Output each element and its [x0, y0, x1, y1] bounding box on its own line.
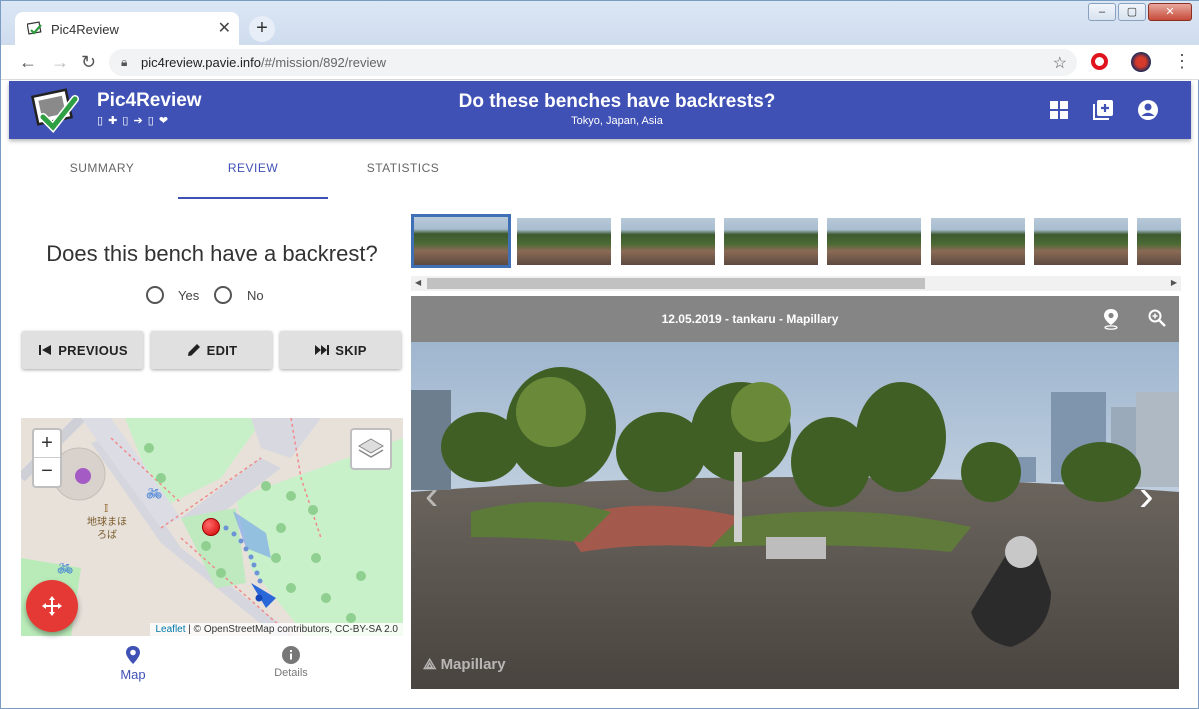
back-icon[interactable]: ← — [19, 52, 37, 73]
thumbnail[interactable] — [1034, 218, 1128, 265]
radio-no-label[interactable]: No — [247, 288, 264, 303]
bottom-nav-map[interactable]: Map — [83, 645, 183, 682]
zoom-control: + − — [32, 428, 62, 488]
bicycle-icon: 🚲︎ — [146, 486, 163, 501]
tab-review[interactable]: REVIEW — [178, 161, 328, 175]
mapillary-watermark-text: Mapillary — [440, 656, 506, 673]
radio-yes-label[interactable]: Yes — [178, 288, 199, 303]
mission-tabs: SUMMARY REVIEW STATISTICS — [27, 161, 439, 201]
browser-window: Pic4Review ✕ + – ▢ ✕ ← → ↻ 🔒︎ pic4review… — [0, 0, 1199, 709]
bottom-nav-details[interactable]: Details — [241, 645, 341, 679]
thumbnail[interactable] — [1137, 218, 1181, 265]
review-question: Does this bench have a backrest? — [46, 241, 378, 266]
monument-icon: 𝕀 — [104, 503, 109, 515]
mission-location: Tokyo, Japan, Asia — [571, 115, 663, 127]
browser-menu-icon[interactable]: ⋮ — [1173, 51, 1191, 72]
tab-statistics[interactable]: STATISTICS — [328, 161, 478, 175]
skip-label: SKIP — [335, 342, 367, 358]
osm-attribution: | © OpenStreetMap contributors, CC-BY-SA… — [185, 624, 398, 635]
map-pin-icon — [126, 646, 140, 664]
maximize-button[interactable]: ▢ — [1118, 3, 1146, 21]
street-image-viewer[interactable]: 12.05.2019 - tankaru - Mapillary ‹ › ⟁ M… — [411, 296, 1179, 689]
layers-icon — [358, 438, 384, 458]
grid-icon[interactable] — [1048, 99, 1070, 121]
url-path: /#/mission/892/review — [260, 55, 386, 70]
new-tab-button[interactable]: + — [249, 16, 275, 42]
url-text: pic4review.pavie.info/#/mission/892/revi… — [141, 55, 386, 70]
scroll-left-icon[interactable]: ◀ — [415, 278, 421, 287]
scroll-right-icon[interactable]: ▶ — [1171, 278, 1177, 287]
tab-title: Pic4Review — [51, 22, 119, 37]
thumbnail[interactable] — [621, 218, 715, 265]
skip-next-icon — [315, 345, 330, 355]
window-controls: – ▢ ✕ — [1088, 3, 1192, 21]
zoom-icon[interactable] — [1147, 308, 1167, 328]
url-host: pic4review.pavie.info — [141, 55, 261, 70]
move-fab-button[interactable] — [26, 580, 78, 632]
bottom-nav-details-label: Details — [274, 667, 308, 679]
layers-button[interactable] — [350, 428, 392, 470]
previous-button[interactable]: PREVIOUS — [22, 331, 143, 369]
browser-toolbar: ← → ↻ 🔒︎ pic4review.pavie.info/#/mission… — [1, 45, 1199, 80]
bicycle-icon-2: 🚲︎ — [57, 561, 74, 576]
viewer-caption: 12.05.2019 - tankaru - Mapillary — [661, 312, 839, 326]
leaflet-link[interactable]: Leaflet — [155, 624, 185, 635]
bottom-nav-map-label: Map — [120, 667, 146, 682]
lock-icon: 🔒︎ — [121, 55, 128, 69]
profile-avatar[interactable] — [1131, 52, 1151, 72]
location-map[interactable]: 🚲︎ 🚲︎ 𝕀 地球まほろば + − Leaflet | © OpenStree… — [21, 418, 403, 636]
bookmark-star-icon[interactable]: ☆ — [1053, 53, 1067, 73]
move-arrows-icon — [42, 596, 62, 616]
zoom-in-button[interactable]: + — [34, 430, 60, 458]
thumbnail[interactable] — [931, 218, 1025, 265]
browser-titlebar: Pic4Review ✕ + – ▢ ✕ — [1, 1, 1199, 46]
edit-label: EDIT — [206, 342, 238, 358]
next-image-arrow[interactable]: › — [1139, 471, 1154, 521]
viewer-caption-bar: 12.05.2019 - tankaru - Mapillary — [411, 296, 1179, 342]
previous-label: PREVIOUS — [58, 342, 128, 358]
minimize-button[interactable]: – — [1088, 3, 1116, 21]
opera-extension-icon[interactable] — [1091, 53, 1108, 70]
panorama-image — [411, 342, 1179, 689]
address-bar[interactable]: 🔒︎ pic4review.pavie.info/#/mission/892/r… — [109, 49, 1077, 76]
skip-button[interactable]: SKIP — [280, 331, 401, 369]
zoom-out-button[interactable]: − — [34, 458, 60, 486]
reload-icon[interactable]: ↻ — [81, 52, 96, 73]
mapillary-watermark: ⟁ Mapillary — [423, 656, 506, 673]
edit-button[interactable]: EDIT — [151, 331, 272, 369]
map-marker[interactable] — [202, 518, 220, 536]
map-attribution: Leaflet | © OpenStreetMap contributors, … — [150, 623, 403, 636]
active-tab-indicator — [178, 197, 328, 199]
close-window-button[interactable]: ✕ — [1148, 3, 1192, 21]
thumbnail[interactable] — [517, 218, 611, 265]
thumbnail[interactable] — [411, 214, 511, 268]
radio-yes[interactable] — [146, 286, 164, 304]
tab-close-icon[interactable]: ✕ — [218, 18, 231, 38]
scrollbar-thumb[interactable] — [427, 278, 925, 289]
previous-image-arrow[interactable]: ‹ — [425, 474, 438, 519]
mission-title: Do these benches have backrests? — [458, 91, 776, 112]
tab-summary[interactable]: SUMMARY — [27, 161, 177, 175]
account-icon[interactable] — [1137, 99, 1159, 121]
skip-previous-icon — [39, 345, 52, 355]
add-box-icon[interactable] — [1092, 99, 1114, 121]
locate-pin-icon[interactable] — [1101, 308, 1121, 330]
forward-icon[interactable]: → — [51, 52, 69, 73]
radio-no[interactable] — [214, 286, 232, 304]
thumbnail[interactable] — [724, 218, 818, 265]
thumbnail[interactable] — [827, 218, 921, 265]
poi-label: 地球まほろば — [87, 517, 127, 541]
app-header: Pic4Review ▯ ✚ ▯ ➔ ▯ ❤ Do these benches … — [9, 81, 1191, 139]
pic4review-favicon-icon — [27, 21, 42, 35]
info-icon — [282, 646, 300, 664]
thumbnail-strip — [411, 214, 1181, 270]
thumbnail-scrollbar[interactable]: ◀ ▶ — [411, 276, 1181, 291]
pencil-icon — [187, 344, 200, 356]
browser-tab[interactable]: Pic4Review ✕ — [15, 12, 239, 46]
